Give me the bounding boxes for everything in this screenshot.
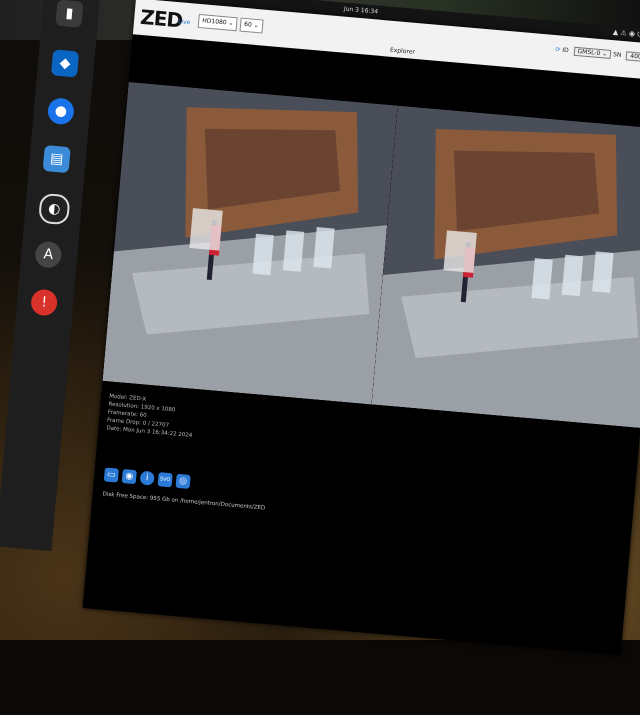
warning-icon[interactable]: ! <box>30 288 59 317</box>
app-store-icon[interactable]: A <box>34 240 63 269</box>
vscode-icon[interactable]: ◆ <box>50 49 80 78</box>
serial-number-field[interactable]: 40000000 <box>625 51 640 64</box>
zed-explorer-window: ZED Live HD1080 ⌄ 60 ⌄ Explorer ⟳ ID GMS… <box>82 0 640 656</box>
terminal-icon[interactable]: ▮ <box>55 0 84 28</box>
atrium-image-left <box>102 82 398 405</box>
folder-icon[interactable]: ▭ <box>103 467 119 483</box>
camera-selector: ⟳ ID GMSL-0 ⌄ SN 40000000 <box>555 45 640 64</box>
files-icon[interactable]: ▤ <box>42 144 71 174</box>
left-camera-view <box>102 82 398 405</box>
camera-id-select[interactable]: GMSL-0 ⌄ <box>573 46 612 59</box>
dock: ▮ ◆ ● ▤ ◐ A ! <box>0 0 101 552</box>
svo-icon[interactable]: SVO <box>157 472 173 488</box>
stereo-preview <box>102 82 640 428</box>
fps-value: 60 <box>243 20 253 29</box>
monitor-screen: Jun 3 16:34 ▲ ⚠ ◉ ⏻ ▮ ◆ ● ▤ ◐ A ! ZED Li… <box>0 0 640 715</box>
resolution-value: HD1080 <box>201 17 227 27</box>
bottom-toolbar: ▭ ◉ i SVO ◎ <box>103 467 191 489</box>
camera-id-value: GMSL-0 <box>577 48 601 58</box>
id-label: ID <box>561 46 569 55</box>
right-camera-view <box>371 105 640 428</box>
record-icon[interactable]: ◉ <box>121 469 137 485</box>
resolution-select[interactable]: HD1080 ⌄ <box>197 13 239 32</box>
clock[interactable]: Jun 3 16:34 <box>344 6 379 16</box>
camera-icon[interactable]: ◎ <box>175 473 191 489</box>
obs-icon[interactable]: ◐ <box>38 192 71 226</box>
refresh-icon[interactable]: ⟳ <box>555 46 561 53</box>
atrium-image-right <box>371 105 640 428</box>
fps-select[interactable]: 60 ⌄ <box>239 17 264 34</box>
live-label: Live <box>177 18 191 27</box>
chromium-icon[interactable]: ● <box>46 97 75 126</box>
system-tray[interactable]: ▲ ⚠ ◉ ⏻ <box>612 28 640 40</box>
camera-info-panel: Model: ZED-X Resolution: 1920 x 1080 Fra… <box>106 393 195 440</box>
sn-label: SN <box>612 51 622 59</box>
info-icon[interactable]: i <box>139 470 155 486</box>
status-bar: Disk Free Space: 955 Gb on /home/jentron… <box>102 491 266 512</box>
